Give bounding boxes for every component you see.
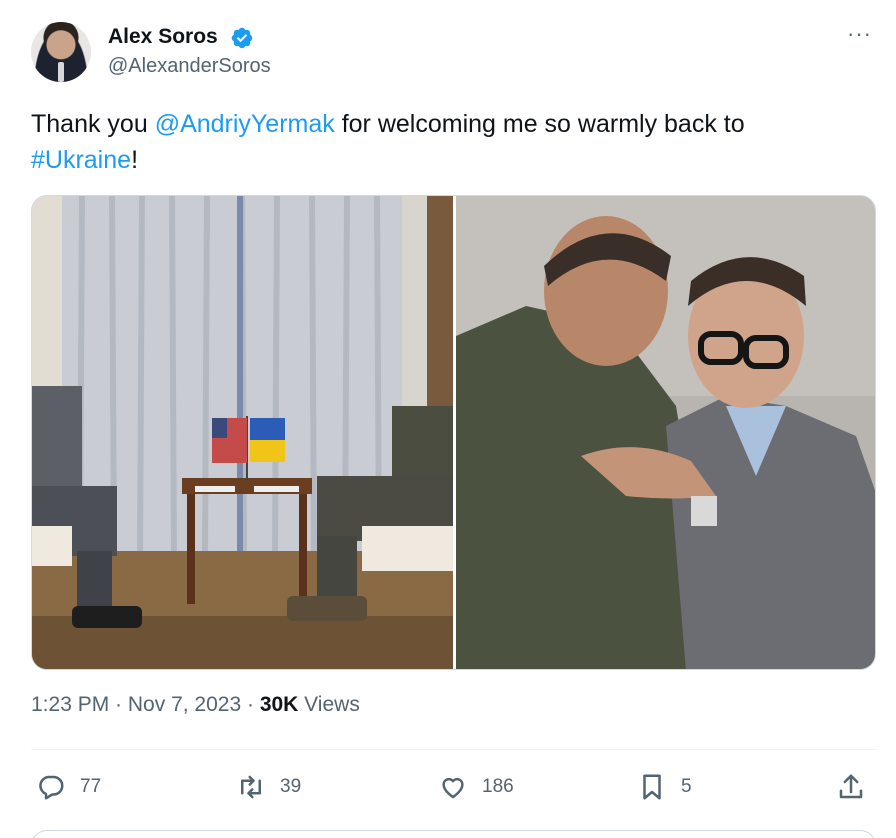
author-display-name[interactable]: Alex Soros [108,25,218,49]
like-button[interactable]: 186 [438,769,514,805]
meeting-room-photo[interactable] [32,196,453,669]
retweet-count: 39 [280,776,302,797]
tweet-text-part: ! [131,146,139,174]
reply-icon [39,775,64,800]
meta-separator: · [109,693,128,716]
bookmark-count: 5 [681,776,692,797]
hashtag-link[interactable]: #Ukraine [31,146,131,174]
bookmark-button[interactable]: 5 [637,769,692,805]
tweet-time[interactable]: 1:23 PM [31,693,109,716]
tweet-metadata: 1:23 PM · Nov 7, 2023 · 30K Views [31,693,360,717]
divider [31,749,876,750]
tweet-card: Alex Soros @AlexanderSoros ··· Thank you… [0,0,896,838]
author-avatar[interactable] [31,22,91,82]
reply-count: 77 [80,776,102,797]
heart-icon [442,777,464,799]
tweet-date[interactable]: Nov 7, 2023 [128,693,241,716]
more-options-icon[interactable]: ··· [847,23,872,45]
embrace-photo[interactable] [456,196,875,669]
views-count: 30K [259,693,299,716]
mention-link[interactable]: @AndriyYermak [155,110,335,138]
reply-composer-edge [31,830,876,838]
meta-separator: · [241,693,260,716]
tweet-text: Thank you @AndriyYermak for welcoming me… [31,106,851,178]
retweet-icon [241,775,261,799]
author-handle[interactable]: @AlexanderSoros [108,55,271,78]
reply-button[interactable]: 77 [36,769,101,805]
tweet-text-part: Thank you [31,110,155,138]
like-count: 186 [482,776,514,797]
verified-badge-icon[interactable] [230,26,254,50]
views-label: Views [298,693,360,716]
bookmark-icon [643,774,661,800]
tweet-text-part: for welcoming me so warmly back to [334,110,745,138]
retweet-button[interactable]: 39 [236,769,301,805]
media-gallery [31,195,876,670]
share-button[interactable] [836,769,866,805]
share-icon [839,774,863,799]
